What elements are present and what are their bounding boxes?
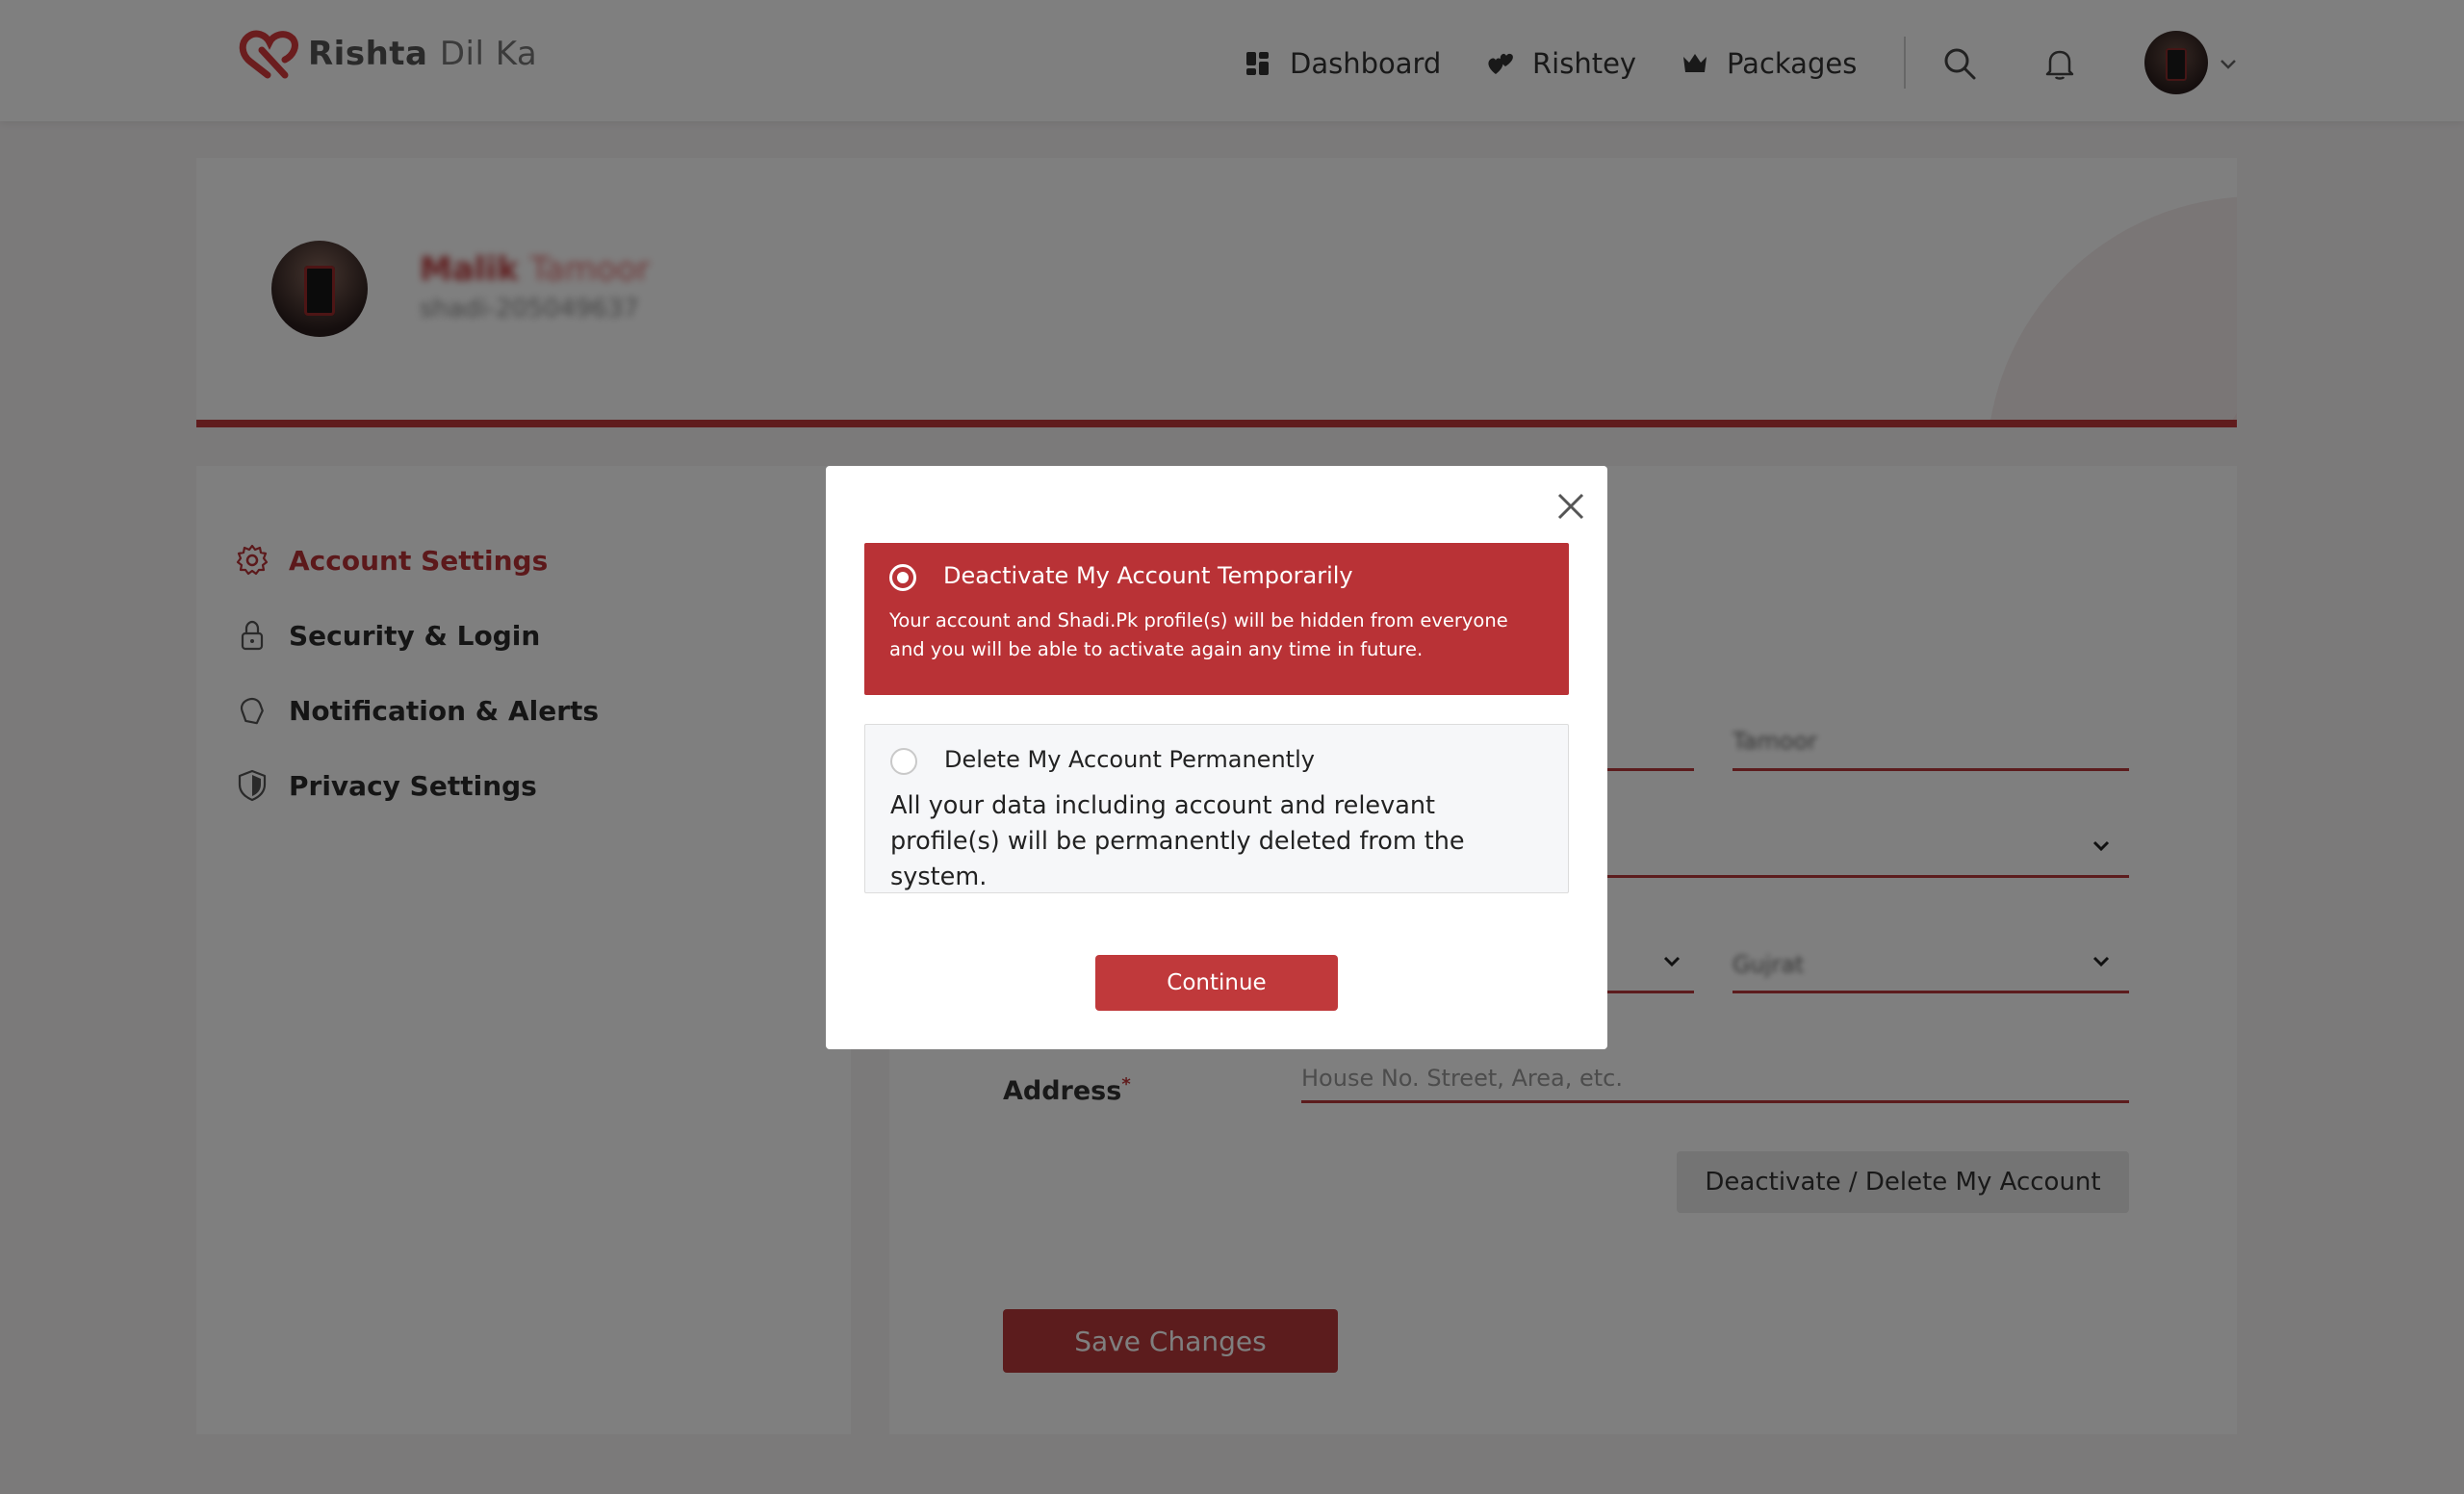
continue-button[interactable]: Continue: [1095, 955, 1338, 1011]
option-delete-permanently[interactable]: Delete My Account Permanently All your d…: [864, 724, 1569, 893]
close-modal-button[interactable]: [1552, 487, 1590, 526]
option-description: Your account and Shadi.Pk profile(s) wil…: [889, 609, 1508, 660]
option-title: Deactivate My Account Temporarily: [943, 562, 1353, 589]
close-icon: [1557, 493, 1584, 520]
option-deactivate-temporarily[interactable]: Deactivate My Account Temporarily Your a…: [864, 543, 1569, 695]
radio-delete[interactable]: [890, 748, 917, 775]
option-title: Delete My Account Permanently: [944, 746, 1315, 773]
account-deactivation-modal: Deactivate My Account Temporarily Your a…: [826, 466, 1607, 1049]
option-description: All your data including account and rele…: [890, 791, 1465, 891]
radio-deactivate[interactable]: [889, 564, 916, 591]
